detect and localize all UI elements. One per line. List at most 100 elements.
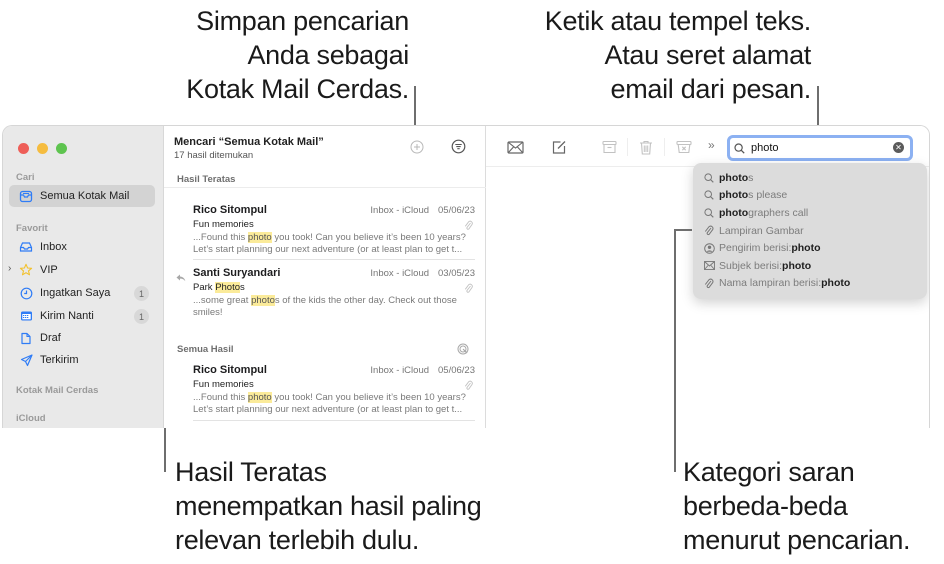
sidebar-section-icloud[interactable]: iCloud bbox=[16, 413, 46, 424]
envelope-icon bbox=[703, 260, 715, 272]
archive-button[interactable] bbox=[599, 138, 619, 156]
unread-badge: 1 bbox=[134, 286, 149, 301]
junk-icon bbox=[676, 140, 692, 154]
top-hits-label: Hasil Teratas bbox=[177, 174, 236, 185]
suggestion-text: Lampiran Gambar bbox=[719, 224, 804, 237]
mail-window: Cari Semua Kotak Mail Favorit Inbox › VI… bbox=[2, 125, 930, 428]
zoom-button[interactable] bbox=[56, 143, 67, 154]
toolbar-divider bbox=[627, 138, 628, 156]
search-highlight: Photo bbox=[215, 282, 241, 293]
search-suggestions: photo s photo s please photo graphers call … bbox=[693, 163, 927, 299]
inbox-icon bbox=[19, 240, 33, 254]
save-smart-mailbox-button[interactable] bbox=[410, 140, 424, 159]
message-mailbox: Inbox - iCloud bbox=[370, 268, 430, 279]
close-button[interactable] bbox=[18, 143, 29, 154]
spotlight-icon bbox=[457, 342, 469, 360]
message-date: 03/05/23 bbox=[438, 268, 475, 279]
suggestion-match: photo bbox=[791, 242, 821, 255]
callout-line: Ketik atau tempel teks. bbox=[544, 6, 812, 36]
chevron-right-icon[interactable]: › bbox=[8, 263, 11, 274]
envelope-icon bbox=[506, 140, 524, 154]
suggestion-match: photo bbox=[719, 206, 749, 219]
all-mailboxes-icon bbox=[19, 189, 33, 203]
sidebar-item-sent[interactable]: Terkirim bbox=[9, 349, 155, 371]
document-icon bbox=[19, 331, 33, 345]
sidebar-item-label: Ingatkan Saya bbox=[40, 287, 111, 299]
search-field[interactable]: ✕ bbox=[727, 135, 913, 161]
callout-type-paste: Ketik atau tempel teks. Atau seret alama… bbox=[544, 4, 812, 106]
calendar-icon bbox=[19, 309, 33, 323]
subject-text: Park bbox=[193, 282, 216, 293]
search-icon bbox=[703, 207, 715, 219]
callout-categories: Kategori saran berbeda-beda menurut penc… bbox=[683, 455, 911, 557]
sidebar-item-inbox[interactable]: Inbox bbox=[9, 236, 155, 258]
filter-button[interactable] bbox=[451, 139, 466, 159]
compose-button[interactable] bbox=[549, 138, 569, 156]
suggestion-item[interactable]: photo s bbox=[693, 169, 927, 187]
sidebar-section-smart-mailboxes[interactable]: Kotak Mail Cerdas bbox=[16, 385, 98, 396]
sidebar-section-search: Cari bbox=[16, 172, 35, 183]
clear-search-button[interactable]: ✕ bbox=[893, 142, 904, 153]
subject-text: Fun memories bbox=[193, 379, 254, 390]
callout-line: Hasil Teratas bbox=[175, 457, 327, 487]
search-icon bbox=[703, 172, 715, 184]
callout-line: menurut pencarian. bbox=[683, 525, 911, 555]
paperclip-icon bbox=[703, 225, 715, 237]
minimize-button[interactable] bbox=[37, 143, 48, 154]
sidebar-item-label: Inbox bbox=[40, 241, 67, 253]
sidebar-item-drafts[interactable]: Draf bbox=[9, 327, 155, 349]
sidebar-item-all-mailboxes[interactable]: Semua Kotak Mail bbox=[9, 185, 155, 207]
message-preview: ...Found this photo you took! Can you be… bbox=[193, 392, 475, 416]
suggestion-text: Nama lampiran berisi: bbox=[719, 277, 822, 290]
suggestion-text: Pengirim berisi: bbox=[719, 242, 792, 255]
sidebar-item-label: Semua Kotak Mail bbox=[40, 190, 130, 202]
search-highlight: photo bbox=[251, 295, 275, 306]
leader-categories bbox=[674, 229, 676, 472]
delete-button[interactable] bbox=[636, 138, 656, 156]
sidebar-item-remind-me[interactable]: Ingatkan Saya 1 bbox=[9, 282, 155, 304]
message-meta: Inbox - iCloud 03/05/23 bbox=[370, 268, 475, 279]
message-meta: Inbox - iCloud 05/06/23 bbox=[370, 205, 475, 216]
suggestion-match: photo bbox=[719, 189, 749, 202]
preview-text: ...Found this bbox=[193, 392, 248, 403]
callout-save-search: Simpan pencarian Anda sebagai Kotak Mail… bbox=[186, 4, 409, 106]
callout-line: Atau seret alamat bbox=[604, 40, 811, 70]
window-controls bbox=[18, 143, 67, 154]
sidebar-item-vip[interactable]: › VIP bbox=[8, 259, 155, 281]
unread-badge: 1 bbox=[134, 309, 149, 324]
suggestion-text: Subjek berisi: bbox=[719, 259, 783, 272]
callout-line: relevan terlebih dulu. bbox=[175, 525, 420, 555]
suggestion-item[interactable]: Nama lampiran berisi: photo bbox=[693, 275, 927, 293]
message-mailbox: Inbox - iCloud bbox=[370, 365, 430, 376]
filter-icon bbox=[451, 139, 466, 154]
sidebar-item-send-later[interactable]: Kirim Nanti 1 bbox=[9, 305, 155, 327]
message-mailbox: Inbox - iCloud bbox=[370, 205, 430, 216]
message-sender: Rico Sitompul bbox=[193, 364, 267, 376]
search-input[interactable] bbox=[751, 142, 891, 154]
toolbar-overflow-button[interactable]: » bbox=[708, 138, 715, 152]
divider bbox=[164, 187, 486, 188]
subject-text: s bbox=[240, 282, 245, 293]
message-meta: Inbox - iCloud 05/06/23 bbox=[370, 365, 475, 376]
callout-line: Kategori saran bbox=[683, 457, 855, 487]
suggestion-text: s please bbox=[748, 189, 788, 202]
suggestion-item[interactable]: photo graphers call bbox=[693, 204, 927, 222]
preview-text: ...Found this bbox=[193, 232, 248, 243]
suggestion-item[interactable]: Subjek berisi: photo bbox=[693, 257, 927, 275]
suggestion-item[interactable]: Lampiran Gambar bbox=[693, 222, 927, 240]
message-preview: ...Found this photo you took! Can you be… bbox=[193, 232, 475, 256]
suggestion-match: photo bbox=[719, 171, 749, 184]
all-results-label: Semua Hasil bbox=[177, 344, 234, 355]
paper-plane-icon bbox=[19, 353, 33, 367]
get-mail-button[interactable] bbox=[505, 138, 525, 156]
sidebar-item-label: Kirim Nanti bbox=[40, 310, 94, 322]
callout-line: Anda sebagai bbox=[247, 40, 409, 70]
junk-button[interactable] bbox=[674, 138, 694, 156]
suggestion-item[interactable]: Pengirim berisi: photo bbox=[693, 239, 927, 257]
plus-circle-icon bbox=[410, 140, 424, 154]
callout-line: Kotak Mail Cerdas. bbox=[186, 74, 409, 104]
search-highlight: photo bbox=[247, 392, 272, 403]
suggestion-match: photo bbox=[821, 277, 851, 290]
callout-line: Simpan pencarian bbox=[196, 6, 409, 36]
suggestion-item[interactable]: photo s please bbox=[693, 187, 927, 205]
